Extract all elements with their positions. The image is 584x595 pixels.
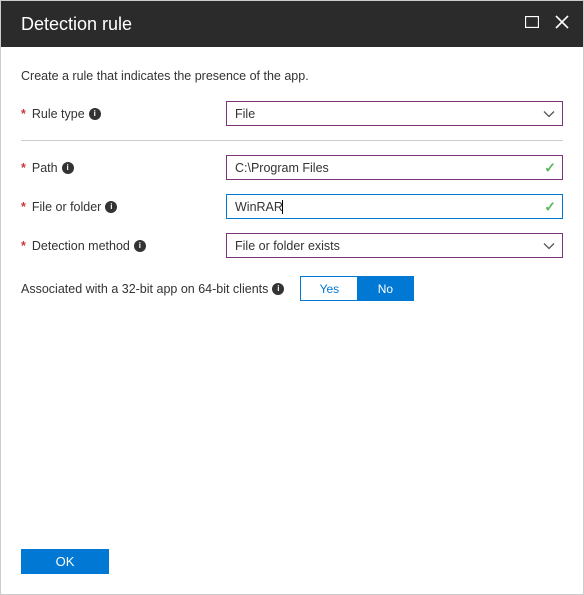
field-detection-method: * Detection method i File or folder exis… [21,233,563,258]
label-text: Path [32,161,58,175]
description-text: Create a rule that indicates the presenc… [21,69,563,83]
required-asterisk: * [21,107,26,121]
required-asterisk: * [21,239,26,253]
toggle-yes[interactable]: Yes [301,277,357,300]
label-text: File or folder [32,200,101,214]
info-icon[interactable]: i [272,283,284,295]
info-icon[interactable]: i [105,201,117,213]
toggle-row: Associated with a 32-bit app on 64-bit c… [21,276,563,301]
required-asterisk: * [21,161,26,175]
file-folder-input-wrap: WinRAR ✓ [226,194,563,219]
label-text: Rule type [32,107,85,121]
label-text: Detection method [32,239,130,253]
info-icon[interactable]: i [62,162,74,174]
close-icon[interactable] [555,15,569,34]
field-rule-type: * Rule type i File [21,101,563,141]
detection-method-select[interactable]: File or folder exists [226,233,563,258]
toggle-group: Yes No [300,276,414,301]
toggle-label-text: Associated with a 32-bit app on 64-bit c… [21,282,268,296]
field-path: * Path i ✓ [21,155,563,180]
info-icon[interactable]: i [89,108,101,120]
field-file-or-folder: * File or folder i WinRAR ✓ [21,194,563,219]
select-value: File [235,107,255,121]
toggle-no[interactable]: No [357,277,413,300]
panel-footer: OK [1,535,583,594]
label-file-or-folder: * File or folder i [21,200,226,214]
header-controls [525,15,569,34]
toggle-label: Associated with a 32-bit app on 64-bit c… [21,282,284,296]
label-detection-method: * Detection method i [21,239,226,253]
path-input-wrap: ✓ [226,155,563,180]
panel-title: Detection rule [21,14,132,35]
input-value: WinRAR [235,200,283,214]
ok-button[interactable]: OK [21,549,109,574]
maximize-icon[interactable] [525,15,539,33]
required-asterisk: * [21,200,26,214]
text-cursor [282,200,283,214]
info-icon[interactable]: i [134,240,146,252]
select-value: File or folder exists [235,239,340,253]
label-rule-type: * Rule type i [21,107,226,121]
label-path: * Path i [21,161,226,175]
file-folder-input[interactable]: WinRAR [226,194,563,219]
panel-header: Detection rule [1,1,583,47]
rule-type-select[interactable]: File [226,101,563,126]
panel-content: Create a rule that indicates the presenc… [1,47,583,535]
path-input[interactable] [226,155,563,180]
